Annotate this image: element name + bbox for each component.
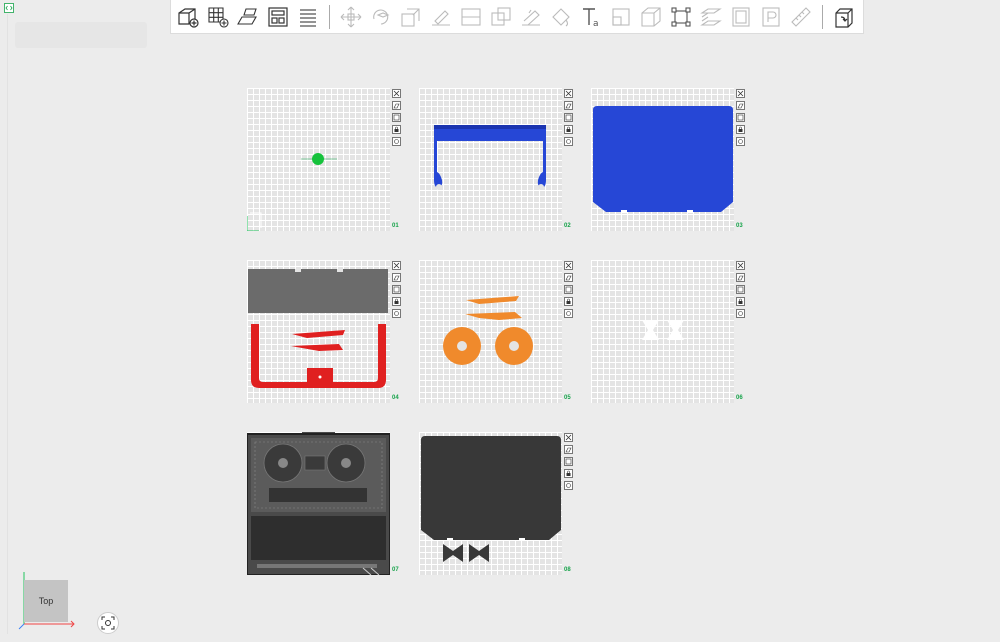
lock-icon[interactable] xyxy=(564,125,573,134)
plate-06-controls xyxy=(736,261,748,321)
add-plate-icon[interactable] xyxy=(203,2,233,32)
plate-08-content xyxy=(421,436,561,562)
plate-number: 02 xyxy=(564,223,571,229)
close-icon[interactable] xyxy=(564,433,573,442)
close-icon[interactable] xyxy=(564,89,573,98)
plate-p2-icon[interactable] xyxy=(756,2,786,32)
arrange-icon[interactable] xyxy=(392,273,401,282)
rotate-icon[interactable] xyxy=(366,2,396,32)
plate-number: 05 xyxy=(564,395,571,401)
plate-02[interactable] xyxy=(419,88,562,231)
left-divider xyxy=(7,14,8,634)
settings-icon[interactable] xyxy=(392,137,401,146)
code-icon[interactable] xyxy=(4,3,14,13)
close-icon[interactable] xyxy=(392,89,401,98)
plate-08-controls xyxy=(564,433,576,493)
measure-icon[interactable] xyxy=(636,2,666,32)
svg-text:a: a xyxy=(593,19,599,29)
layout-plate-icon[interactable] xyxy=(263,2,293,32)
color-paint-icon[interactable] xyxy=(546,2,576,32)
settings-icon[interactable] xyxy=(564,137,573,146)
arrange-icon[interactable] xyxy=(392,101,401,110)
close-icon[interactable] xyxy=(736,261,745,270)
plate-01[interactable] xyxy=(247,88,390,231)
slice-layers-icon[interactable] xyxy=(696,2,726,32)
fit-view-icon[interactable] xyxy=(97,612,119,634)
lay-on-face-icon[interactable] xyxy=(426,2,456,32)
lock-icon[interactable] xyxy=(392,297,401,306)
plate-list-icon[interactable] xyxy=(293,2,323,32)
arrange-icon[interactable] xyxy=(736,273,745,282)
orient-icon[interactable] xyxy=(564,285,573,294)
arrange-icon[interactable] xyxy=(564,445,573,454)
lock-icon[interactable] xyxy=(736,125,745,134)
boolean-icon[interactable] xyxy=(486,2,516,32)
settings-icon[interactable] xyxy=(736,137,745,146)
lock-icon[interactable] xyxy=(564,469,573,478)
lock-icon[interactable] xyxy=(564,297,573,306)
view-cube-label: Top xyxy=(38,596,54,606)
plate-p-icon[interactable] xyxy=(726,2,756,32)
plate-03-content xyxy=(593,106,733,213)
orient-icon[interactable] xyxy=(392,113,401,122)
plate-04[interactable] xyxy=(247,260,390,403)
orient-icon[interactable] xyxy=(736,113,745,122)
plate-05-content xyxy=(443,296,533,365)
plate-08[interactable] xyxy=(419,432,562,575)
toolbar-separator xyxy=(329,4,330,29)
orient-icon[interactable] xyxy=(392,285,401,294)
auto-arrange-icon[interactable] xyxy=(233,2,263,32)
add-object-icon[interactable] xyxy=(173,2,203,32)
orient-icon[interactable] xyxy=(736,285,745,294)
settings-icon[interactable] xyxy=(564,309,573,318)
text-icon[interactable]: a xyxy=(576,2,606,32)
plate-01-controls xyxy=(392,89,404,149)
empty-panel xyxy=(15,22,147,48)
plate-04-controls xyxy=(392,261,404,321)
cut-icon[interactable] xyxy=(456,2,486,32)
plate-number: 07 xyxy=(392,567,399,573)
plate-03-controls xyxy=(736,89,748,149)
plate-02-controls xyxy=(564,89,576,149)
seam-icon[interactable] xyxy=(606,2,636,32)
main-toolbar: a xyxy=(170,0,864,34)
close-icon[interactable] xyxy=(736,89,745,98)
toolbar-separator xyxy=(822,4,823,29)
move-icon[interactable] xyxy=(336,2,366,32)
ruler-icon[interactable] xyxy=(786,2,816,32)
plate-number: 04 xyxy=(392,395,399,401)
plate-04-content xyxy=(248,269,388,388)
orient-icon[interactable] xyxy=(564,113,573,122)
plate-07[interactable] xyxy=(247,432,390,575)
arrange-icon[interactable] xyxy=(564,101,573,110)
plate-number: 08 xyxy=(564,567,571,573)
settings-icon[interactable] xyxy=(736,309,745,318)
close-icon[interactable] xyxy=(564,261,573,270)
plate-01-content xyxy=(247,153,337,231)
orient-icon[interactable] xyxy=(564,457,573,466)
arrange-icon[interactable] xyxy=(564,273,573,282)
lock-icon[interactable] xyxy=(736,297,745,306)
lock-icon[interactable] xyxy=(392,125,401,134)
export-icon[interactable] xyxy=(829,2,859,32)
plate-06-content xyxy=(642,320,684,340)
assemble-icon[interactable] xyxy=(666,2,696,32)
plate-03[interactable] xyxy=(591,88,734,231)
plate-number: 03 xyxy=(736,223,743,229)
plate-05-controls xyxy=(564,261,576,321)
plate-number: 01 xyxy=(392,223,399,229)
settings-icon[interactable] xyxy=(392,309,401,318)
plate-06[interactable] xyxy=(591,260,734,403)
settings-icon[interactable] xyxy=(564,481,573,490)
plate-07-content xyxy=(247,432,390,575)
plate-02-content xyxy=(434,125,546,190)
close-icon[interactable] xyxy=(392,261,401,270)
scale-icon[interactable] xyxy=(396,2,426,32)
support-paint-icon[interactable] xyxy=(516,2,546,32)
plate-05[interactable] xyxy=(419,260,562,403)
plate-number: 06 xyxy=(736,395,743,401)
view-cube[interactable]: Top xyxy=(24,580,68,622)
arrange-icon[interactable] xyxy=(736,101,745,110)
